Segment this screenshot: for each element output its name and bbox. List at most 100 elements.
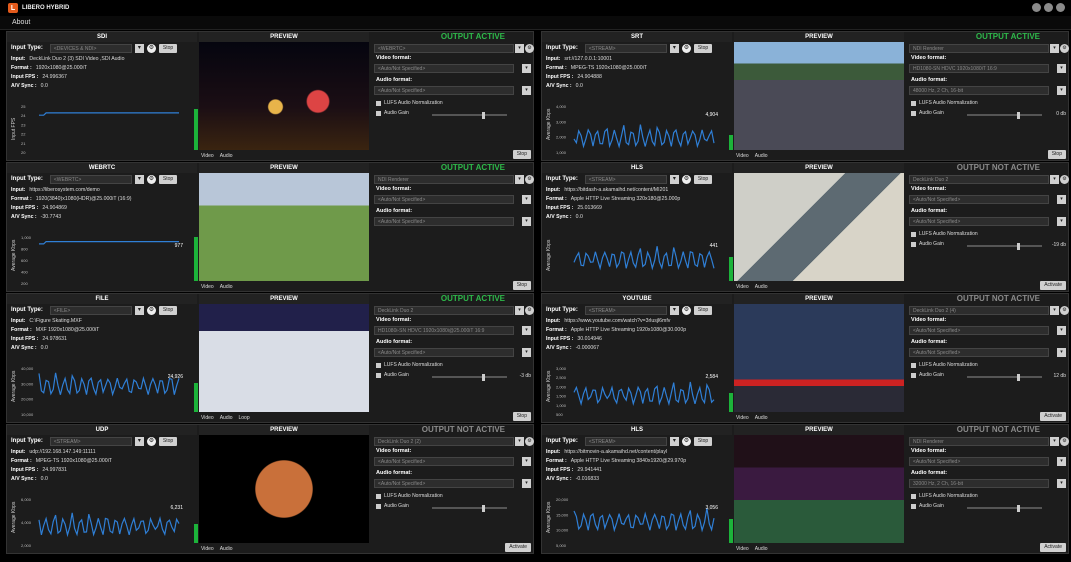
- stop-button[interactable]: Stop: [693, 305, 713, 315]
- video-format-dropdown[interactable]: <Auto/Not Specified>: [374, 195, 514, 204]
- audio-gain-slider[interactable]: [967, 111, 1042, 119]
- gear-icon[interactable]: ⚙: [1060, 175, 1069, 184]
- stop-button[interactable]: Stop: [158, 174, 178, 184]
- gear-icon[interactable]: ⚙: [681, 436, 691, 446]
- preview-toggle-audio[interactable]: Audio: [755, 546, 768, 552]
- stop-button[interactable]: Stop: [158, 305, 178, 315]
- lufs-checkbox[interactable]: LUFS Audio Normalization: [911, 100, 978, 106]
- chevron-down-icon[interactable]: ▾: [1050, 306, 1059, 315]
- audio-format-dropdown[interactable]: <Auto/Not Specified>: [374, 217, 514, 226]
- preview-toggle-audio[interactable]: Audio: [755, 415, 768, 421]
- lufs-checkbox[interactable]: LUFS Audio Normalization: [376, 362, 443, 368]
- chevron-down-icon[interactable]: ▾: [1057, 195, 1066, 204]
- minimize-icon[interactable]: [1032, 3, 1041, 12]
- output-renderer-dropdown[interactable]: DeckLink Duo 2 (4): [909, 306, 1049, 315]
- stop-output-button[interactable]: Stop: [512, 150, 531, 159]
- chevron-down-icon[interactable]: ▾: [522, 479, 531, 488]
- chevron-down-icon[interactable]: ▾: [134, 305, 144, 315]
- chevron-down-icon[interactable]: ▾: [515, 44, 524, 53]
- preview-toggle-video[interactable]: Video: [736, 153, 749, 159]
- preview-toggle-video[interactable]: Video: [736, 415, 749, 421]
- input-type-dropdown[interactable]: <STREAM>: [584, 436, 667, 446]
- gear-icon[interactable]: ⚙: [1060, 44, 1069, 53]
- chevron-down-icon[interactable]: ▾: [1057, 217, 1066, 226]
- chevron-down-icon[interactable]: ▾: [1057, 64, 1066, 73]
- activate-output-button[interactable]: Activate: [1040, 412, 1066, 421]
- output-renderer-dropdown[interactable]: DeckLink Duo 2 (2): [374, 437, 514, 446]
- preview-video[interactable]: [734, 42, 904, 150]
- stop-button[interactable]: Stop: [693, 436, 713, 446]
- stop-button[interactable]: Stop: [158, 436, 178, 446]
- audio-gain-checkbox[interactable]: Audio Gain: [376, 110, 409, 116]
- preview-toggle-audio[interactable]: Audio: [220, 153, 233, 159]
- audio-gain-checkbox[interactable]: Audio Gain: [911, 110, 944, 116]
- output-renderer-dropdown[interactable]: NDI Renderer: [909, 437, 1049, 446]
- input-type-dropdown[interactable]: <STREAM>: [584, 305, 667, 315]
- slider-handle[interactable]: [482, 504, 485, 512]
- lufs-checkbox[interactable]: LUFS Audio Normalization: [911, 231, 978, 237]
- audio-gain-checkbox[interactable]: Audio Gain: [376, 503, 409, 509]
- video-format-dropdown[interactable]: HD1080i-SN HDVC 1920x1080i@25.000iT 16:9: [374, 326, 514, 335]
- gear-icon[interactable]: ⚙: [146, 436, 156, 446]
- audio-format-dropdown[interactable]: <Auto/Not Specified>: [374, 86, 514, 95]
- audio-gain-slider[interactable]: [967, 504, 1042, 512]
- chevron-down-icon[interactable]: ▾: [1050, 437, 1059, 446]
- gear-icon[interactable]: ⚙: [1060, 437, 1069, 446]
- activate-output-button[interactable]: Activate: [1040, 543, 1066, 552]
- slider-handle[interactable]: [1017, 504, 1020, 512]
- input-type-dropdown[interactable]: <STREAM>: [49, 436, 132, 446]
- preview-video[interactable]: [734, 304, 904, 412]
- chevron-down-icon[interactable]: ▾: [522, 64, 531, 73]
- audio-gain-slider[interactable]: [432, 504, 507, 512]
- stop-output-button[interactable]: Stop: [512, 281, 531, 290]
- chevron-down-icon[interactable]: ▾: [1057, 457, 1066, 466]
- chevron-down-icon[interactable]: ▾: [522, 217, 531, 226]
- chevron-down-icon[interactable]: ▾: [1057, 326, 1066, 335]
- video-format-dropdown[interactable]: <Auto/Not Specified>: [909, 457, 1049, 466]
- lufs-checkbox[interactable]: LUFS Audio Normalization: [911, 362, 978, 368]
- gear-icon[interactable]: ⚙: [525, 437, 534, 446]
- audio-gain-checkbox[interactable]: Audio Gain: [911, 241, 944, 247]
- stop-button[interactable]: Stop: [158, 43, 178, 53]
- gear-icon[interactable]: ⚙: [525, 44, 534, 53]
- activate-output-button[interactable]: Activate: [1040, 281, 1066, 290]
- video-format-dropdown[interactable]: <Auto/Not Specified>: [909, 326, 1049, 335]
- maximize-icon[interactable]: [1044, 3, 1053, 12]
- chevron-down-icon[interactable]: ▾: [669, 174, 679, 184]
- input-type-dropdown[interactable]: <FILE>: [49, 305, 132, 315]
- preview-toggle-video[interactable]: Video: [736, 546, 749, 552]
- video-format-dropdown[interactable]: HD1080-SN HDVC 1920x1080iT 16:9: [909, 64, 1049, 73]
- gear-icon[interactable]: ⚙: [146, 174, 156, 184]
- preview-toggle-video[interactable]: Video: [201, 284, 214, 290]
- gear-icon[interactable]: ⚙: [1060, 306, 1069, 315]
- slider-handle[interactable]: [1017, 111, 1020, 119]
- chevron-down-icon[interactable]: ▾: [515, 175, 524, 184]
- gear-icon[interactable]: ⚙: [525, 306, 534, 315]
- close-icon[interactable]: [1056, 3, 1065, 12]
- preview-video[interactable]: [734, 173, 904, 281]
- video-format-dropdown[interactable]: <Auto/Not Specified>: [909, 195, 1049, 204]
- audio-gain-checkbox[interactable]: Audio Gain: [376, 372, 409, 378]
- chevron-down-icon[interactable]: ▾: [522, 326, 531, 335]
- gear-icon[interactable]: ⚙: [681, 305, 691, 315]
- audio-format-dropdown[interactable]: <Auto/Not Specified>: [374, 348, 514, 357]
- preview-toggle-audio[interactable]: Audio: [755, 153, 768, 159]
- preview-toggle-audio[interactable]: Audio: [220, 546, 233, 552]
- preview-toggle-video[interactable]: Video: [201, 415, 214, 421]
- gear-icon[interactable]: ⚙: [681, 174, 691, 184]
- slider-handle[interactable]: [482, 373, 485, 381]
- video-format-dropdown[interactable]: <Auto/Not Specified>: [374, 457, 514, 466]
- preview-toggle-video[interactable]: Video: [201, 153, 214, 159]
- chevron-down-icon[interactable]: ▾: [1050, 44, 1059, 53]
- chevron-down-icon[interactable]: ▾: [134, 436, 144, 446]
- audio-gain-slider[interactable]: [432, 373, 507, 381]
- menu-about[interactable]: About: [12, 19, 30, 26]
- activate-output-button[interactable]: Activate: [505, 543, 531, 552]
- chevron-down-icon[interactable]: ▾: [515, 306, 524, 315]
- lufs-checkbox[interactable]: LUFS Audio Normalization: [376, 493, 443, 499]
- chevron-down-icon[interactable]: ▾: [522, 457, 531, 466]
- preview-video[interactable]: [199, 304, 369, 412]
- lufs-checkbox[interactable]: LUFS Audio Normalization: [911, 493, 978, 499]
- gear-icon[interactable]: ⚙: [146, 305, 156, 315]
- chevron-down-icon[interactable]: ▾: [669, 436, 679, 446]
